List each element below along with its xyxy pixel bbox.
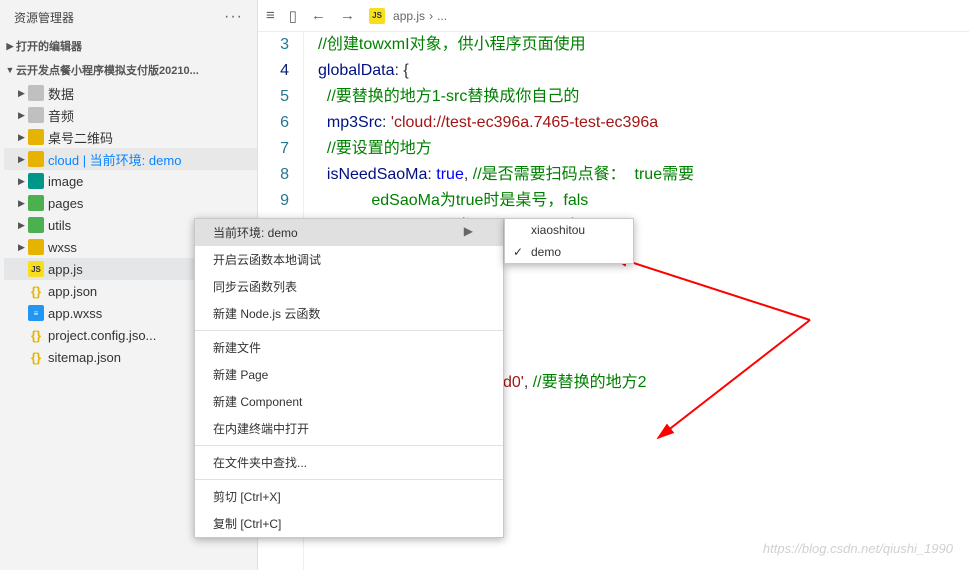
- tree-label: cloud | 当前环境: demo: [48, 150, 181, 169]
- folder-icon: [28, 217, 44, 233]
- context-menu-item[interactable]: 当前环境: demo▶: [195, 219, 503, 246]
- folder-icon: [28, 195, 44, 211]
- context-menu-item[interactable]: 在内建终端中打开: [195, 415, 503, 442]
- tree-label: 桌号二维码: [48, 128, 113, 147]
- editor-topbar: ≡ ▯ ← → JS app.js › ...: [258, 0, 969, 32]
- forward-icon[interactable]: →: [340, 7, 355, 24]
- tree-folder[interactable]: ▶image: [4, 170, 257, 192]
- tree-label: app.js: [48, 262, 83, 277]
- breadcrumb[interactable]: JS app.js › ...: [369, 8, 447, 24]
- context-menu-item[interactable]: 新建 Node.js 云函数: [195, 300, 503, 327]
- tree-label: sitemap.json: [48, 350, 121, 365]
- tree-folder[interactable]: ▶pages: [4, 192, 257, 214]
- context-menu[interactable]: 当前环境: demo▶开启云函数本地调试同步云函数列表新建 Node.js 云函…: [194, 218, 504, 538]
- context-submenu-item[interactable]: xiaoshitou: [505, 219, 633, 241]
- tree-label: app.wxss: [48, 306, 102, 321]
- json-file-icon: {}: [28, 327, 44, 343]
- open-editors-section[interactable]: ▶ 打开的编辑器: [0, 34, 257, 58]
- tree-label: utils: [48, 218, 71, 233]
- tree-folder[interactable]: ▶桌号二维码: [4, 126, 257, 148]
- back-icon[interactable]: ←: [311, 7, 326, 24]
- tree-label: project.config.jso...: [48, 328, 156, 343]
- tree-label: wxss: [48, 240, 77, 255]
- bookmark-icon[interactable]: ▯: [289, 7, 297, 25]
- project-label: 云开发点餐小程序模拟支付版20210...: [16, 62, 199, 78]
- tree-label: pages: [48, 196, 83, 211]
- context-menu-item[interactable]: 复制 [Ctrl+C]: [195, 510, 503, 537]
- breadcrumb-file: app.js: [393, 9, 425, 23]
- explorer-title: 资源管理器: [14, 9, 74, 26]
- more-icon[interactable]: ···: [224, 8, 243, 26]
- explorer-title-row: 资源管理器 ···: [0, 0, 257, 34]
- chevron-down-icon: ▼: [4, 65, 16, 75]
- json-file-icon: {}: [28, 283, 44, 299]
- context-menu-item[interactable]: 剪切 [Ctrl+X]: [195, 483, 503, 510]
- tree-label: image: [48, 174, 83, 189]
- list-icon[interactable]: ≡: [266, 7, 275, 24]
- tree-label: 音频: [48, 106, 74, 125]
- context-menu-item[interactable]: 新建文件: [195, 334, 503, 361]
- context-menu-item[interactable]: 新建 Page: [195, 361, 503, 388]
- folder-icon: [28, 173, 44, 189]
- context-menu-item[interactable]: 同步云函数列表: [195, 273, 503, 300]
- tree-folder[interactable]: ▶数据: [4, 82, 257, 104]
- wxss-file-icon: ≡: [28, 305, 44, 321]
- context-menu-item[interactable]: 在文件夹中查找...: [195, 449, 503, 476]
- breadcrumb-sep: ›: [429, 9, 433, 23]
- context-menu-item[interactable]: 新建 Component: [195, 388, 503, 415]
- context-menu-item[interactable]: 开启云函数本地调试: [195, 246, 503, 273]
- folder-icon: [28, 85, 44, 101]
- breadcrumb-more: ...: [437, 9, 447, 23]
- chevron-right-icon: ▶: [4, 41, 16, 52]
- context-submenu[interactable]: xiaoshitoudemo: [504, 218, 634, 264]
- folder-icon: [28, 129, 44, 145]
- tree-folder[interactable]: ▶音频: [4, 104, 257, 126]
- folder-icon: [28, 107, 44, 123]
- tree-label: app.json: [48, 284, 97, 299]
- js-file-icon: JS: [369, 8, 385, 24]
- tree-folder-cloud[interactable]: ▶cloud | 当前环境: demo: [4, 148, 257, 170]
- tree-label: 数据: [48, 84, 74, 103]
- open-editors-label: 打开的编辑器: [16, 38, 82, 54]
- js-file-icon: JS: [28, 261, 44, 277]
- json-file-icon: {}: [28, 349, 44, 365]
- project-section[interactable]: ▼ 云开发点餐小程序模拟支付版20210...: [0, 58, 257, 82]
- context-submenu-item[interactable]: demo: [505, 241, 633, 263]
- cloud-folder-icon: [28, 151, 44, 167]
- folder-icon: [28, 239, 44, 255]
